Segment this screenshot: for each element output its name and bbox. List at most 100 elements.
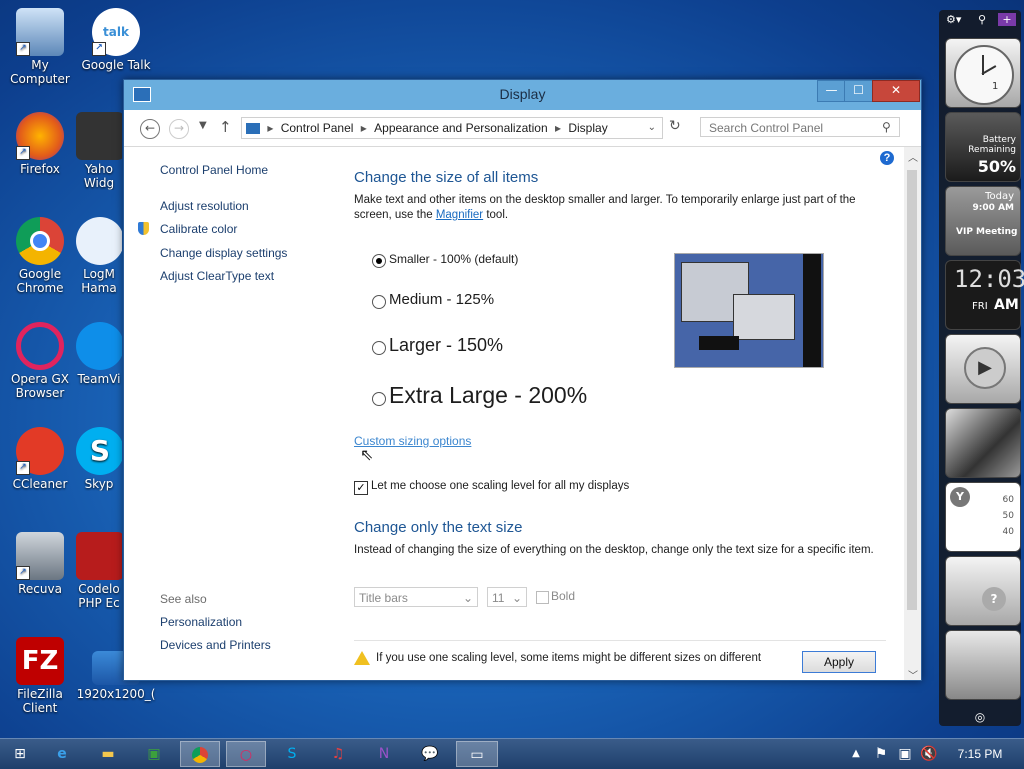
help-icon[interactable]: ? [880,151,894,165]
devices-printers-link[interactable]: Devices and Printers [160,638,271,652]
radio-medium[interactable] [372,295,386,309]
desktop-icon-label: CCleaner [12,477,68,491]
desktop-icon-label: TeamVi [77,372,121,386]
search-icon[interactable]: ⚲ [978,13,986,26]
scrollbar-thumb[interactable] [907,170,917,610]
calibrate-color-link[interactable]: Calibrate color [160,222,237,236]
tray-flag-icon[interactable]: ⚑ [870,741,892,767]
bold-label[interactable]: Bold [551,589,575,603]
media-player-gadget[interactable]: ▶ [945,334,1021,404]
magnifier-link[interactable]: Magnifier [436,209,483,221]
yahoo-help-gadget[interactable]: ? [945,556,1021,626]
bold-checkbox[interactable] [536,591,549,604]
maximize-button[interactable]: ☐ [844,80,873,102]
codelobster-icon[interactable]: Codelo PHP Ec [76,532,122,610]
firefox-icon[interactable]: ↗ Firefox [0,112,80,176]
text-size-select[interactable]: 11 ⌄ [487,587,527,607]
filezilla-icon[interactable]: FZ FileZilla Client [0,637,80,715]
back-button[interactable]: ← [140,119,160,139]
up-arrow-icon[interactable]: ↑ [219,118,232,136]
radio-smaller[interactable] [372,254,386,268]
radio-smaller-label[interactable]: Smaller - 100% (default) [389,252,518,266]
taskbar-onenote-icon[interactable]: N [364,741,404,767]
minimize-button[interactable]: — [817,80,846,102]
digital-clock-day: FRI [972,301,988,312]
play-icon[interactable]: ▶ [964,347,1006,389]
desktop-icon-label: FileZilla Client [17,687,63,715]
scroll-up-icon[interactable]: ︿ [908,149,918,164]
breadcrumb[interactable]: ▸ Control Panel ▸ Appearance and Persona… [241,117,663,139]
radio-extra-large[interactable] [372,392,386,406]
skype-icon[interactable]: S Skyp [76,427,122,491]
slideshow-gadget[interactable] [945,408,1021,478]
recuva-icon[interactable]: ↗ Recuva [0,532,80,596]
radio-medium-label[interactable]: Medium - 125% [389,291,494,308]
scroll-down-icon[interactable]: ﹀ [908,667,918,680]
search-input[interactable]: Search Control Panel [700,117,900,137]
apply-button[interactable]: Apply [802,651,876,673]
add-gadget-button[interactable]: + [998,13,1016,26]
chevron-down-icon[interactable]: ⌄ [648,118,656,138]
radio-larger-label[interactable]: Larger - 150% [389,335,503,356]
vertical-scrollbar[interactable]: ︿ ﹀ [904,147,921,680]
google-chrome-icon[interactable]: Google Chrome [0,217,80,295]
radio-extra-large-label[interactable]: Extra Large - 200% [389,382,587,409]
start-button-windows-icon[interactable]: ⊞ [0,741,40,767]
taskbar-control-panel-icon[interactable]: ▭ [456,741,498,767]
digital-clock-gadget[interactable]: 12:03 FRI AM [945,260,1024,330]
teamviewer-icon[interactable]: TeamVi [76,322,122,386]
calendar-event: VIP Meeting [956,227,1018,237]
battery-gadget[interactable]: Battery Remaining 50% [945,112,1021,182]
breadcrumb-item[interactable]: Appearance and Personalization [374,121,547,135]
logmein-hamachi-icon[interactable]: LogM Hama [76,217,122,295]
ccleaner-icon[interactable]: ↗ CCleaner [0,427,80,491]
taskbar-skype-icon[interactable]: S [272,741,312,767]
recent-pages-chevron-icon[interactable]: ▼ [199,120,207,131]
adjust-cleartype-link[interactable]: Adjust ClearType text [160,269,274,283]
yahoo-widgets-icon[interactable]: Yaho Widg [76,112,122,190]
desktop-icon-label: My Computer [10,58,70,86]
weather-gadget[interactable] [945,630,1021,700]
taskbar-store-icon[interactable]: ▣ [134,741,174,767]
taskbar-opera-icon[interactable]: ○ [226,741,266,767]
tray-volume-muted-icon[interactable]: 🔇 [918,741,940,767]
display-window: Display — ☐ ✕ ← → ▼ ↑ ▸ Control Panel ▸ … [123,79,922,681]
desktop-icon-label: Firefox [20,162,60,176]
google-talk-icon[interactable]: talk ↗ Google Talk [76,8,156,72]
opera-gx-icon[interactable]: Opera GX Browser [0,322,80,400]
adjust-resolution-link[interactable]: Adjust resolution [160,199,249,213]
breadcrumb-item[interactable]: Control Panel [281,121,354,135]
text-item-select[interactable]: Title bars ⌄ [354,587,478,607]
address-bar: ← → ▼ ↑ ▸ Control Panel ▸ Appearance and… [124,110,921,147]
warning-text: If you use one scaling level, some items… [376,652,762,664]
refresh-icon[interactable]: ↻ [669,118,681,134]
help-icon: ? [982,587,1006,611]
gear-icon[interactable]: ⚙▾ [946,13,961,26]
taskbar-chat-icon[interactable]: 💬 [410,741,450,767]
tray-up-arrow-icon[interactable]: ▲ [846,741,866,767]
gadget-toggle-icon[interactable]: ◎ [970,710,990,724]
close-button[interactable]: ✕ [872,80,920,102]
my-computer-icon[interactable]: ↗ My Computer [0,8,80,86]
forward-button[interactable]: → [169,119,189,139]
taskbar-explorer-icon[interactable]: ▬ [88,741,128,767]
scaling-checkbox-label[interactable]: Let me choose one scaling level for all … [371,479,629,494]
calendar-gadget[interactable]: Today 9:00 AM VIP Meeting [945,186,1021,256]
taskbar-music-icon[interactable]: ♫ [318,741,358,767]
page-title: Change the size of all items [354,169,539,186]
warning-icon [354,651,370,665]
breadcrumb-item[interactable]: Display [568,121,607,135]
taskbar-ie-icon[interactable]: e [42,741,82,767]
personalization-link[interactable]: Personalization [160,615,242,629]
tray-network-icon[interactable]: ▣ [894,741,916,767]
clock-gadget[interactable]: 1 [945,38,1021,108]
scaling-checkbox[interactable]: ✓ [354,481,368,495]
control-panel-home-link[interactable]: Control Panel Home [160,163,268,177]
taskbar-clock[interactable]: 7:15 PM [948,741,1012,767]
title-bar[interactable]: Display — ☐ ✕ [124,80,921,110]
radio-larger[interactable] [372,341,386,355]
change-display-settings-link[interactable]: Change display settings [160,246,287,260]
taskbar-chrome-icon[interactable] [180,741,220,767]
stock-gadget[interactable]: Y 60 50 40 [945,482,1021,552]
stock-tick: 40 [1002,527,1014,537]
